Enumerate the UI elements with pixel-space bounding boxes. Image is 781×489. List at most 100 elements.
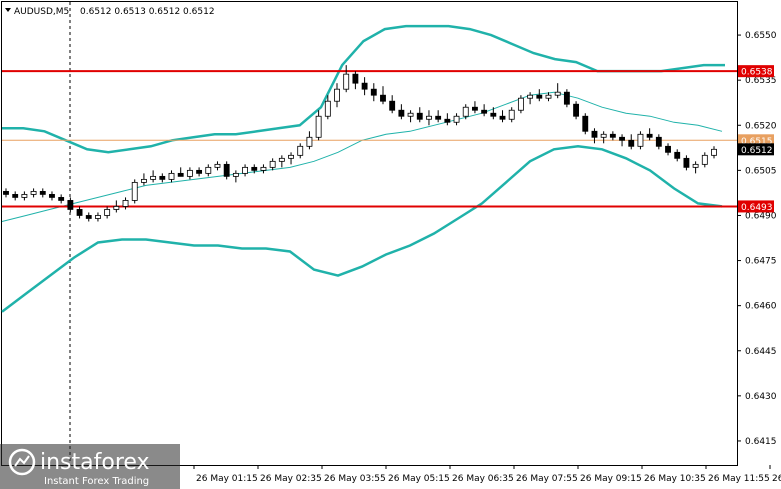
candle-body-bear [85,215,92,219]
candle-body-bear [370,88,377,96]
candle-body-bear [499,115,506,120]
instaforex-logo: instaforex Instant Forex Trading [0,444,180,489]
candle-body-bear [628,139,635,147]
candle-body-bull [30,191,37,195]
price-chart: 0.6550 0.6535 0.6520 0.6505 0.6490 0.6475 0.64… [0,0,781,489]
candle-body-bear [655,136,662,147]
candle [131,179,138,204]
support-level-label: 0.6493 [741,203,773,213]
candle-body-bear [3,191,9,195]
candle-body-bull [545,94,552,99]
candle-body-bull [95,215,101,219]
candle-body-bull [334,88,340,102]
candle-body-bear [12,194,19,198]
candle-body-bear [416,112,423,120]
x-tick-label: 26 May 10:35 [644,474,706,484]
candle-body-bear [398,109,405,117]
candle-body-bear [481,109,488,114]
candle-body-bull [186,169,193,177]
candle [223,161,230,180]
y-tick-label: 0.6415 [745,437,777,447]
y-tick-label: 0.6535 [745,76,777,86]
candle-body-bull [600,133,607,138]
ohlc-label: 0.6512 0.6513 0.6512 0.6512 [80,7,215,17]
candle-body-bull [131,181,138,201]
candle-body-bull [288,154,294,159]
x-tick-label: 26 May 02:35 [260,474,322,484]
candle-body-bull [232,172,239,177]
candle-body-bull [508,109,515,120]
candle-body-bear [76,209,83,216]
y-tick-label: 0.6505 [745,166,777,176]
candle-body-bull [462,106,469,117]
candle-body-bear [609,133,616,138]
candle [563,89,570,108]
candle-body-bear [352,73,359,84]
candle-body-bull [701,154,708,165]
candle-body-bull [343,73,350,90]
candle-body-bull [168,172,175,180]
x-tick-label: 26 May 05:15 [388,474,450,484]
y-tick-label: 0.6430 [745,392,777,402]
candle-body-bull [517,97,524,111]
x-tick-label: 26 May 09:15 [580,474,642,484]
candle-body-bull [205,166,212,174]
candle-body-bear [619,136,625,141]
x-tick-label: 26 May 01:15 [196,474,258,484]
candle-body-bull [692,163,699,168]
candle-body-bull [426,115,432,120]
candle-body-bull [527,94,534,99]
candle-body-bear [435,115,442,120]
candle-body-bear [646,133,653,138]
candle-body-bull [554,91,561,96]
y-tick-label: 0.6490 [745,211,777,221]
x-tick-label: 26 May 11:55 [708,474,770,484]
candle-body-bull [260,166,267,171]
y-tick-label: 0.6520 [745,121,777,131]
candle-body-bear [223,163,230,177]
candle-body-bull [122,200,129,207]
candle-body-bull [113,206,120,210]
candle-body-bear [196,169,203,174]
candle-body-bull [140,178,147,183]
candle-body-bear [563,91,570,105]
symbol-label: AUDUSD,M5 [14,7,69,17]
candle-body-bull [711,148,717,156]
candle-body-bull [453,115,460,123]
candle-body-bear [573,103,580,117]
candle-body-bear [490,112,497,117]
chart-header: AUDUSD,M5 0.6512 0.6513 0.6512 0.6512 [5,7,215,17]
candle-body-bear [39,191,46,195]
candle-body-bear [251,166,258,171]
candle-body-bull [637,133,644,147]
candle-body-bear [159,175,166,180]
candle-body-bull [269,160,276,168]
candle-body-bear [472,106,478,111]
x-tick-label: 26 May 03:55 [324,474,386,484]
logo-tagline: Instant Forex Trading [44,476,149,487]
candle-body-bear [177,172,184,177]
y-tick-label: 0.6460 [745,302,777,312]
candle-body-bear [665,145,671,153]
y-tick-label: 0.6445 [745,347,777,357]
candle-body-bull [278,157,285,162]
candle-body-bear [591,130,598,138]
x-tick-label: 26 May 07:55 [516,474,578,484]
candle-body-bear [389,100,396,111]
candle-body-bear [582,115,589,132]
candle-body-bull [297,145,304,156]
candle-body-bear [67,200,74,210]
candle-body-bear [58,197,65,201]
y-tick-label: 0.6550 [745,31,777,41]
candle [582,113,589,135]
x-tick-label: 26 May 06:35 [452,474,514,484]
chart-background [0,0,781,489]
candle-body-bull [306,136,313,147]
current-price-label: 0.6512 [741,146,773,156]
candle-body-bull [104,209,111,216]
candle-body-bull [214,163,221,168]
resistance-level-label: 0.6538 [741,68,773,78]
candle-body-bull [324,100,331,117]
candle-body-bear [380,94,386,102]
candle [573,101,580,120]
